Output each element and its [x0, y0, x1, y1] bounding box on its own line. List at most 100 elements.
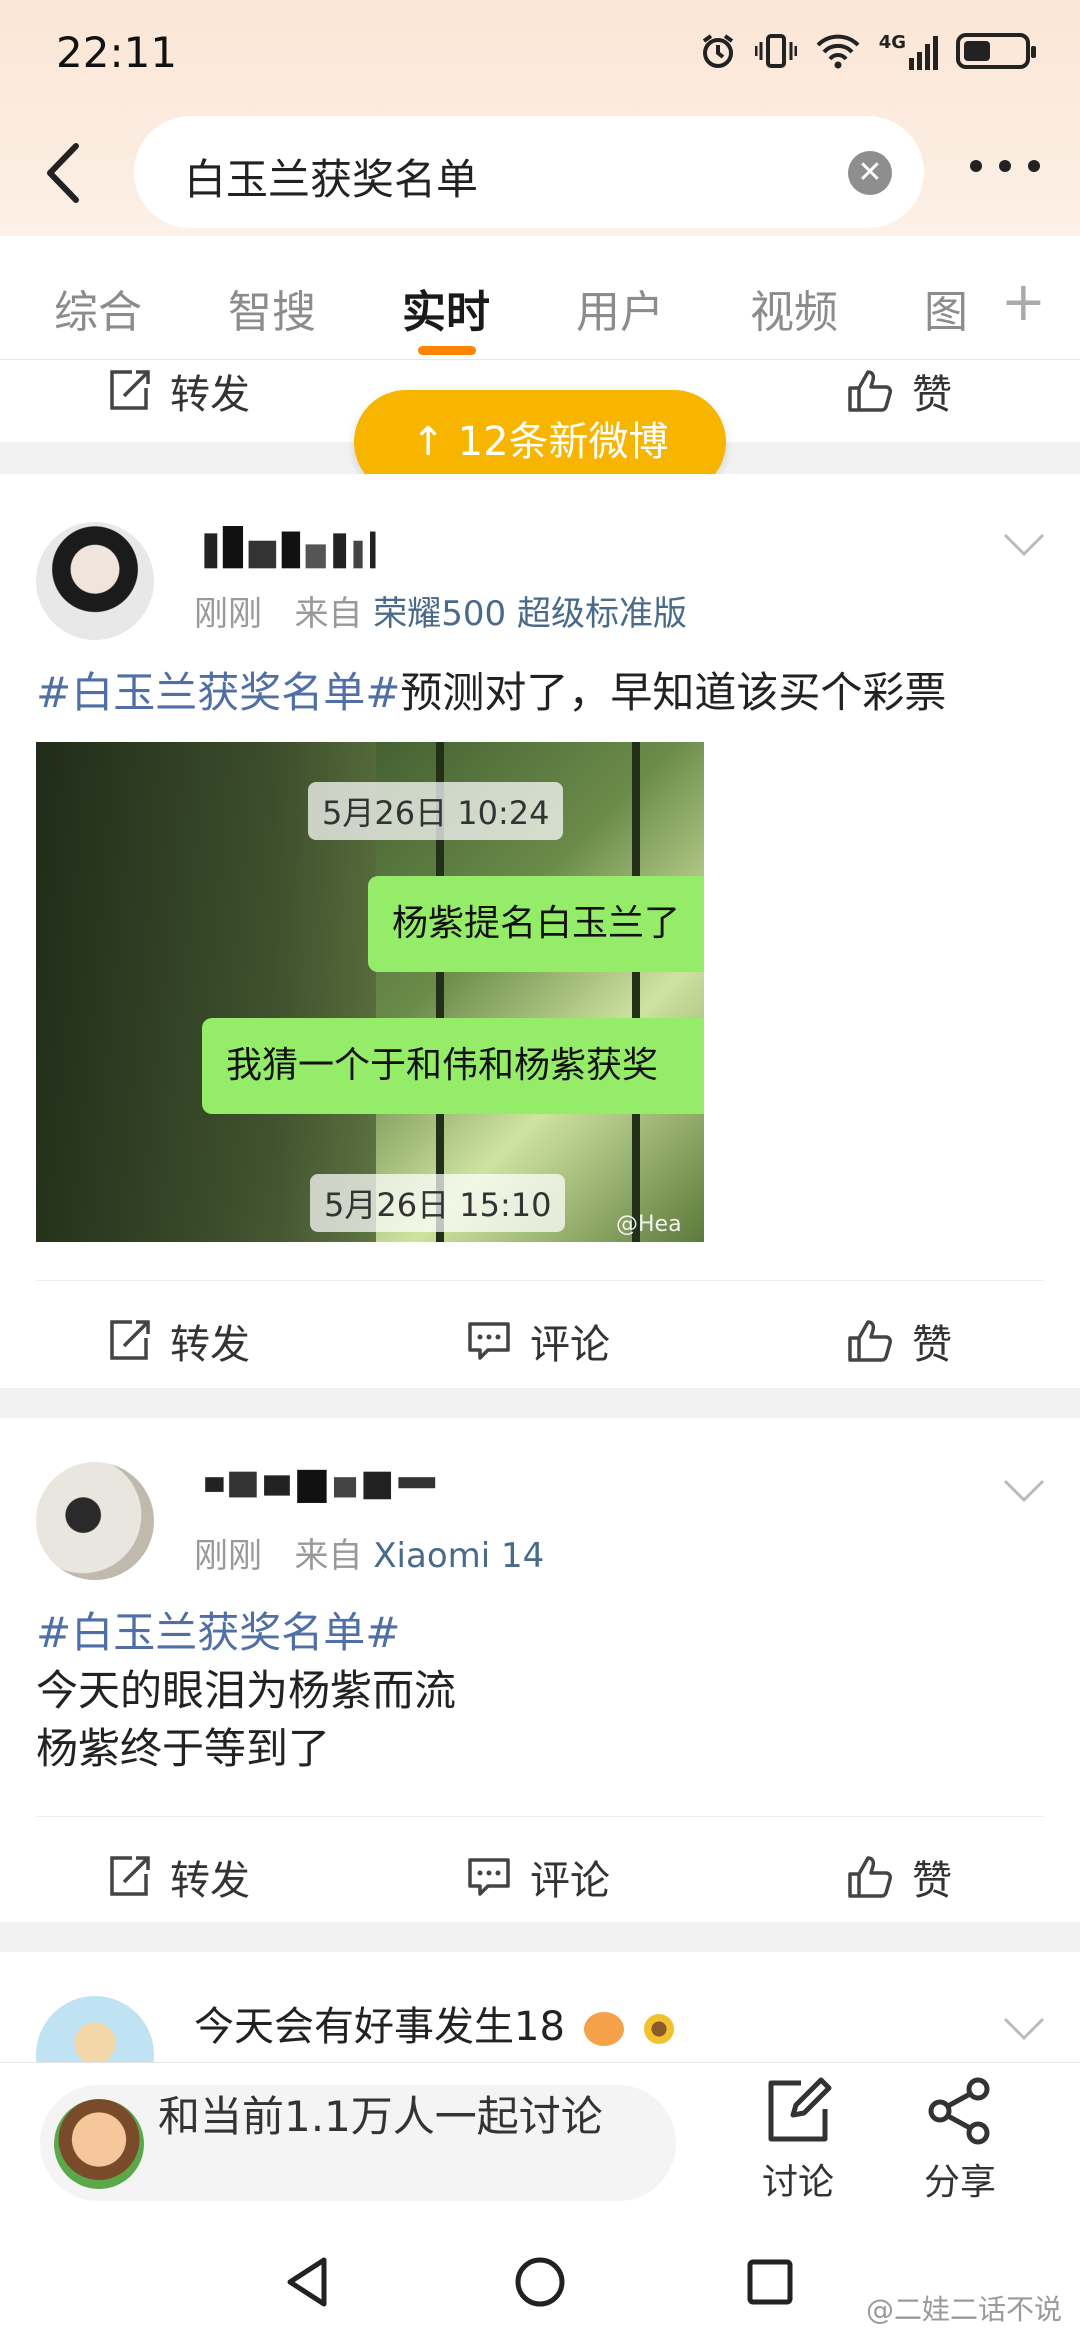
username-text: 今天会有好事发生18 — [194, 2004, 565, 2050]
like-icon — [848, 1856, 892, 1898]
alarm-icon — [702, 34, 733, 68]
divider — [36, 1280, 1044, 1281]
comment-button[interactable]: 评论 — [466, 1848, 610, 1906]
repost-label: 转发 — [170, 1322, 250, 1368]
window-frame — [632, 742, 640, 1242]
repost-button[interactable]: 转发 — [106, 1848, 250, 1906]
post-time: 刚刚 — [194, 1536, 262, 1576]
post-meta: 刚刚 来自 Xiaomi 14 — [194, 1528, 544, 1577]
hashtag-link[interactable]: #白玉兰获奖名单# — [36, 668, 400, 717]
comment-button[interactable]: 评论 — [466, 1312, 610, 1370]
join-discussion-button[interactable]: 和当前1.1万人一起讨论 — [40, 2085, 676, 2201]
comment-icon — [468, 1858, 510, 1896]
like-button[interactable]: 赞 — [846, 1312, 952, 1370]
more-options-button[interactable] — [970, 160, 1040, 180]
comment-label: 评论 — [530, 1858, 610, 1904]
like-icon — [848, 370, 892, 412]
username-redacted[interactable] — [194, 526, 454, 572]
repost-button[interactable]: 转发 — [106, 362, 250, 420]
sunflower-emoji-icon — [644, 2014, 675, 2044]
like-label: 赞 — [912, 1322, 952, 1368]
dot-icon — [970, 160, 982, 172]
add-tab-icon[interactable]: + — [1001, 270, 1046, 333]
new-posts-label: 12条新微博 — [457, 419, 669, 465]
status-bar: 22:11 4G — [0, 0, 1080, 110]
divider — [36, 1816, 1044, 1817]
tab-realtime[interactable]: 实时 — [402, 276, 490, 340]
post-line: 今天的眼泪为杨紫而流 — [36, 1666, 457, 1715]
post-time: 刚刚 — [194, 594, 262, 634]
post-actions: 转发 评论 赞 — [0, 1282, 1080, 1392]
dot-icon — [1028, 160, 1040, 172]
search-input[interactable]: 白玉兰获奖名单 ✕ — [134, 116, 924, 228]
like-icon — [848, 1320, 892, 1362]
chevron-down-icon[interactable] — [1002, 2016, 1046, 2042]
discuss-label: 讨论 — [761, 2162, 834, 2203]
like-button[interactable]: 赞 — [846, 362, 952, 420]
join-discussion-label: 和当前1.1万人一起讨论 — [158, 2092, 603, 2141]
header: 22:11 4G 白玉兰获奖名单 ✕ — [0, 0, 1080, 236]
nav-back-button[interactable] — [280, 2254, 336, 2310]
image-watermark: @二娃二话不说 — [865, 2293, 1062, 2326]
share-icon — [928, 2077, 990, 2145]
post-card: 刚刚 来自 Xiaomi 14 #白玉兰获奖名单# 今天的眼泪为杨紫而流 杨紫终… — [0, 1418, 1080, 1922]
repost-icon — [110, 1856, 150, 1896]
post-image[interactable]: 5月26日 10:24 杨紫提名白玉兰了 我猜一个于和伟和杨紫获奖 5月26日 … — [36, 742, 704, 1242]
clear-search-button[interactable]: ✕ — [848, 151, 892, 195]
nav-home-button[interactable] — [512, 2254, 568, 2310]
battery-icon — [956, 33, 1036, 69]
share-label: 分享 — [923, 2162, 996, 2203]
tab-smart-search[interactable]: 智搜 — [228, 276, 316, 340]
share-button[interactable]: 分享 — [910, 2077, 1010, 2205]
repost-label: 转发 — [170, 372, 250, 418]
chat-timestamp: 5月26日 15:10 — [310, 1174, 566, 1232]
post-source[interactable]: 荣耀500 超级标准版 — [373, 594, 687, 634]
avatar[interactable] — [36, 1462, 154, 1580]
chevron-down-icon[interactable] — [1002, 1478, 1046, 1504]
post-source[interactable]: Xiaomi 14 — [373, 1536, 544, 1576]
hashtag-link[interactable]: #白玉兰获奖名单# — [36, 1604, 456, 1662]
comment-label: 评论 — [530, 1322, 610, 1368]
like-label: 赞 — [912, 1858, 952, 1904]
nav-recents-button[interactable] — [742, 2254, 798, 2310]
post-body: 预测对了，早知道该买个彩票 — [400, 668, 947, 717]
tab-comprehensive[interactable]: 综合 — [54, 276, 142, 340]
status-icons: 4G — [699, 32, 1036, 70]
discuss-button[interactable]: 讨论 — [748, 2077, 848, 2205]
username-redacted[interactable] — [194, 1468, 474, 1514]
system-nav-bar: @二娃二话不说 — [0, 2218, 1080, 2340]
post-text: #白玉兰获奖名单#预测对了，早知道该买个彩票 — [36, 664, 946, 722]
username[interactable]: 今天会有好事发生18 — [194, 1994, 675, 2052]
chat-bubble: 杨紫提名白玉兰了 — [368, 876, 704, 972]
like-label: 赞 — [912, 372, 952, 418]
repost-label: 转发 — [170, 1858, 250, 1904]
compose-icon — [768, 2077, 832, 2142]
image-watermark: @Hea — [616, 1212, 682, 1237]
bottom-action-bar: 和当前1.1万人一起讨论 讨论 分享 — [0, 2062, 1080, 2218]
post-meta: 刚刚 来自 荣耀500 超级标准版 — [194, 586, 687, 635]
signal-4g-icon: 4G — [879, 32, 938, 70]
tab-videos[interactable]: 视频 — [750, 276, 838, 340]
avatar[interactable] — [36, 522, 154, 640]
post-card: 刚刚 来自 荣耀500 超级标准版 #白玉兰获奖名单#预测对了，早知道该买个彩票… — [0, 474, 1080, 1388]
post-source-prefix: 来自 — [294, 594, 363, 634]
post-text: #白玉兰获奖名单# 今天的眼泪为杨紫而流 杨紫终于等到了 — [36, 1604, 456, 1778]
tab-users[interactable]: 用户 — [576, 276, 664, 340]
wifi-icon — [816, 34, 860, 69]
post-source-prefix: 来自 — [294, 1536, 363, 1576]
status-time: 22:11 — [56, 28, 178, 77]
post-card: 今天会有好事发生18 — [0, 1952, 1080, 2062]
tab-images[interactable]: 图 — [924, 276, 968, 340]
avatar — [54, 2099, 144, 2189]
repost-icon — [110, 1320, 150, 1360]
repost-button[interactable]: 转发 — [106, 1312, 250, 1370]
network-type: 4G — [878, 32, 906, 53]
pufferfish-emoji-icon — [583, 2012, 624, 2046]
like-button[interactable]: 赞 — [846, 1848, 952, 1906]
dot-icon — [999, 160, 1011, 172]
back-button[interactable] — [40, 138, 90, 208]
chevron-down-icon[interactable] — [1002, 532, 1046, 558]
avatar[interactable] — [36, 1996, 154, 2062]
repost-icon — [110, 370, 150, 410]
chat-timestamp: 5月26日 10:24 — [308, 782, 564, 840]
